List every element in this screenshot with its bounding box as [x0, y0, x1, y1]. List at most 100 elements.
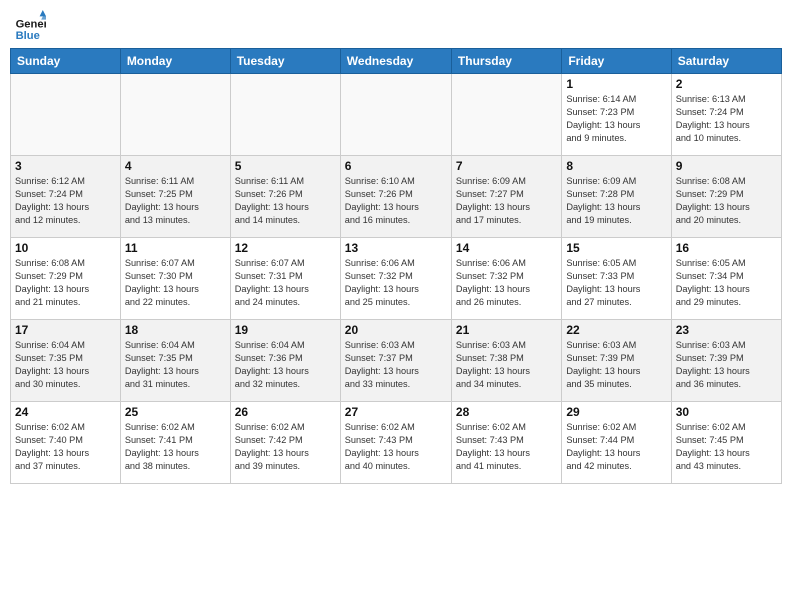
day-number: 3: [15, 159, 116, 173]
day-number: 5: [235, 159, 336, 173]
day-number: 8: [566, 159, 666, 173]
day-number: 22: [566, 323, 666, 337]
day-info: Sunrise: 6:04 AM Sunset: 7:35 PM Dayligh…: [125, 339, 226, 391]
day-info: Sunrise: 6:03 AM Sunset: 7:39 PM Dayligh…: [676, 339, 777, 391]
calendar-cell: 3 Sunrise: 6:12 AM Sunset: 7:24 PM Daylig…: [11, 156, 121, 238]
calendar-cell: 7 Sunrise: 6:09 AM Sunset: 7:27 PM Daylig…: [451, 156, 561, 238]
day-info: Sunrise: 6:02 AM Sunset: 7:40 PM Dayligh…: [15, 421, 116, 473]
calendar-cell: 17 Sunrise: 6:04 AM Sunset: 7:35 PM Dayli…: [11, 320, 121, 402]
calendar-cell: 9Sunrise: 6:08 AM Sunset: 7:29 PM Daylig…: [671, 156, 781, 238]
day-info: Sunrise: 6:07 AM Sunset: 7:30 PM Dayligh…: [125, 257, 226, 309]
calendar-cell: 16Sunrise: 6:05 AM Sunset: 7:34 PM Dayli…: [671, 238, 781, 320]
calendar-cell: 21Sunrise: 6:03 AM Sunset: 7:38 PM Dayli…: [451, 320, 561, 402]
day-info: Sunrise: 6:11 AM Sunset: 7:25 PM Dayligh…: [125, 175, 226, 227]
calendar-cell: 10 Sunrise: 6:08 AM Sunset: 7:29 PM Dayli…: [11, 238, 121, 320]
calendar-cell: 29 Sunrise: 6:02 AM Sunset: 7:44 PM Dayli…: [562, 402, 671, 484]
day-number: 12: [235, 241, 336, 255]
weekday-header-wednesday: Wednesday: [340, 49, 451, 74]
day-number: 26: [235, 405, 336, 419]
day-info: Sunrise: 6:10 AM Sunset: 7:26 PM Dayligh…: [345, 175, 447, 227]
calendar-cell: 6 Sunrise: 6:10 AM Sunset: 7:26 PM Daylig…: [340, 156, 451, 238]
day-info: Sunrise: 6:07 AM Sunset: 7:31 PM Dayligh…: [235, 257, 336, 309]
day-info: Sunrise: 6:08 AM Sunset: 7:29 PM Dayligh…: [15, 257, 116, 309]
calendar-week-5: 24 Sunrise: 6:02 AM Sunset: 7:40 PM Dayli…: [11, 402, 782, 484]
day-number: 1: [566, 77, 666, 91]
calendar-cell: 24 Sunrise: 6:02 AM Sunset: 7:40 PM Dayli…: [11, 402, 121, 484]
day-info: Sunrise: 6:02 AM Sunset: 7:45 PM Dayligh…: [676, 421, 777, 473]
day-info: Sunrise: 6:14 AM Sunset: 7:23 PM Dayligh…: [566, 93, 666, 145]
day-number: 11: [125, 241, 226, 255]
day-number: 7: [456, 159, 557, 173]
weekday-header-friday: Friday: [562, 49, 671, 74]
day-info: Sunrise: 6:11 AM Sunset: 7:26 PM Dayligh…: [235, 175, 336, 227]
day-number: 25: [125, 405, 226, 419]
calendar-cell: 30Sunrise: 6:02 AM Sunset: 7:45 PM Dayli…: [671, 402, 781, 484]
weekday-header-monday: Monday: [120, 49, 230, 74]
calendar-cell: 19Sunrise: 6:04 AM Sunset: 7:36 PM Dayli…: [230, 320, 340, 402]
day-info: Sunrise: 6:03 AM Sunset: 7:39 PM Dayligh…: [566, 339, 666, 391]
calendar-cell: 26 Sunrise: 6:02 AM Sunset: 7:42 PM Dayli…: [230, 402, 340, 484]
day-number: 10: [15, 241, 116, 255]
day-info: Sunrise: 6:06 AM Sunset: 7:32 PM Dayligh…: [456, 257, 557, 309]
calendar-cell: 13 Sunrise: 6:06 AM Sunset: 7:32 PM Dayli…: [340, 238, 451, 320]
calendar-table: SundayMondayTuesdayWednesdayThursdayFrid…: [10, 48, 782, 484]
svg-text:Blue: Blue: [16, 30, 40, 42]
calendar-cell: 5 Sunrise: 6:11 AM Sunset: 7:26 PM Daylig…: [230, 156, 340, 238]
day-info: Sunrise: 6:05 AM Sunset: 7:34 PM Dayligh…: [676, 257, 777, 309]
day-info: Sunrise: 6:06 AM Sunset: 7:32 PM Dayligh…: [345, 257, 447, 309]
calendar-cell: 11 Sunrise: 6:07 AM Sunset: 7:30 PM Dayli…: [120, 238, 230, 320]
day-info: Sunrise: 6:13 AM Sunset: 7:24 PM Dayligh…: [676, 93, 777, 145]
day-info: Sunrise: 6:04 AM Sunset: 7:35 PM Dayligh…: [15, 339, 116, 391]
day-number: 17: [15, 323, 116, 337]
calendar-cell: 1 Sunrise: 6:14 AM Sunset: 7:23 PM Daylig…: [562, 74, 671, 156]
day-info: Sunrise: 6:12 AM Sunset: 7:24 PM Dayligh…: [15, 175, 116, 227]
day-number: 9: [676, 159, 777, 173]
calendar-cell: 23 Sunrise: 6:03 AM Sunset: 7:39 PM Dayli…: [671, 320, 781, 402]
day-info: Sunrise: 6:02 AM Sunset: 7:42 PM Dayligh…: [235, 421, 336, 473]
calendar-week-4: 17 Sunrise: 6:04 AM Sunset: 7:35 PM Dayli…: [11, 320, 782, 402]
day-info: Sunrise: 6:04 AM Sunset: 7:36 PM Dayligh…: [235, 339, 336, 391]
day-number: 15: [566, 241, 666, 255]
calendar-week-1: 1 Sunrise: 6:14 AM Sunset: 7:23 PM Daylig…: [11, 74, 782, 156]
svg-text:General: General: [16, 19, 46, 31]
calendar-cell: [340, 74, 451, 156]
calendar-cell: 27 Sunrise: 6:02 AM Sunset: 7:43 PM Dayli…: [340, 402, 451, 484]
weekday-header-sunday: Sunday: [11, 49, 121, 74]
day-number: 28: [456, 405, 557, 419]
day-number: 2: [676, 77, 777, 91]
day-number: 29: [566, 405, 666, 419]
weekday-header-tuesday: Tuesday: [230, 49, 340, 74]
weekday-header-thursday: Thursday: [451, 49, 561, 74]
logo: General Blue: [14, 10, 50, 42]
day-info: Sunrise: 6:09 AM Sunset: 7:28 PM Dayligh…: [566, 175, 666, 227]
day-info: Sunrise: 6:02 AM Sunset: 7:43 PM Dayligh…: [456, 421, 557, 473]
day-info: Sunrise: 6:02 AM Sunset: 7:44 PM Dayligh…: [566, 421, 666, 473]
calendar-cell: 28 Sunrise: 6:02 AM Sunset: 7:43 PM Dayli…: [451, 402, 561, 484]
calendar-cell: [120, 74, 230, 156]
day-number: 21: [456, 323, 557, 337]
logo-icon: General Blue: [14, 10, 46, 42]
calendar-week-2: 3 Sunrise: 6:12 AM Sunset: 7:24 PM Daylig…: [11, 156, 782, 238]
calendar-week-3: 10 Sunrise: 6:08 AM Sunset: 7:29 PM Dayli…: [11, 238, 782, 320]
calendar-cell: 8 Sunrise: 6:09 AM Sunset: 7:28 PM Daylig…: [562, 156, 671, 238]
day-info: Sunrise: 6:09 AM Sunset: 7:27 PM Dayligh…: [456, 175, 557, 227]
day-number: 14: [456, 241, 557, 255]
day-info: Sunrise: 6:05 AM Sunset: 7:33 PM Dayligh…: [566, 257, 666, 309]
day-number: 24: [15, 405, 116, 419]
day-info: Sunrise: 6:03 AM Sunset: 7:37 PM Dayligh…: [345, 339, 447, 391]
calendar-cell: 12 Sunrise: 6:07 AM Sunset: 7:31 PM Dayli…: [230, 238, 340, 320]
day-info: Sunrise: 6:02 AM Sunset: 7:41 PM Dayligh…: [125, 421, 226, 473]
day-info: Sunrise: 6:02 AM Sunset: 7:43 PM Dayligh…: [345, 421, 447, 473]
weekday-header-row: SundayMondayTuesdayWednesdayThursdayFrid…: [11, 49, 782, 74]
calendar-cell: [451, 74, 561, 156]
calendar-cell: 15 Sunrise: 6:05 AM Sunset: 7:33 PM Dayli…: [562, 238, 671, 320]
calendar-cell: 20Sunrise: 6:03 AM Sunset: 7:37 PM Dayli…: [340, 320, 451, 402]
day-number: 23: [676, 323, 777, 337]
weekday-header-saturday: Saturday: [671, 49, 781, 74]
day-number: 27: [345, 405, 447, 419]
page-header: General Blue: [10, 10, 782, 42]
day-number: 6: [345, 159, 447, 173]
day-number: 4: [125, 159, 226, 173]
day-number: 13: [345, 241, 447, 255]
calendar-cell: 2 Sunrise: 6:13 AM Sunset: 7:24 PM Daylig…: [671, 74, 781, 156]
